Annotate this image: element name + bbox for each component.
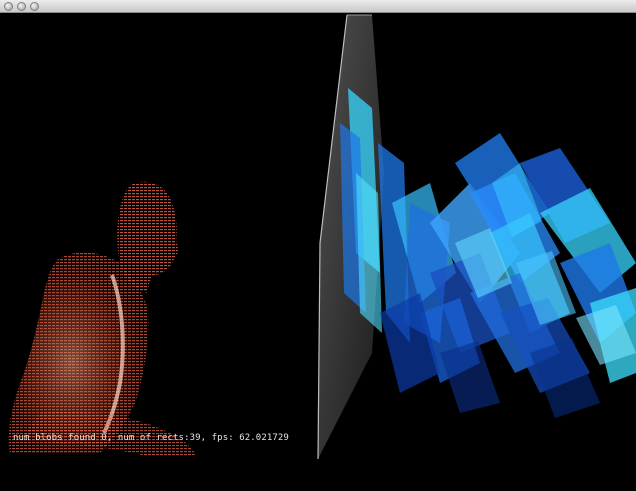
- rect-cluster: [340, 88, 636, 418]
- stats-readout: num blobs found 0, num of rects:39, fps:…: [13, 433, 289, 443]
- render-canvas: [8, 14, 636, 460]
- zoom-icon[interactable]: [30, 2, 39, 11]
- app-window: num blobs found 0, num of rects:39, fps:…: [0, 0, 636, 491]
- close-icon[interactable]: [4, 2, 13, 11]
- point-cloud-figure: [8, 181, 196, 457]
- title-bar[interactable]: [0, 0, 636, 13]
- minimize-icon[interactable]: [17, 2, 26, 11]
- render-viewport: num blobs found 0, num of rects:39, fps:…: [0, 13, 636, 491]
